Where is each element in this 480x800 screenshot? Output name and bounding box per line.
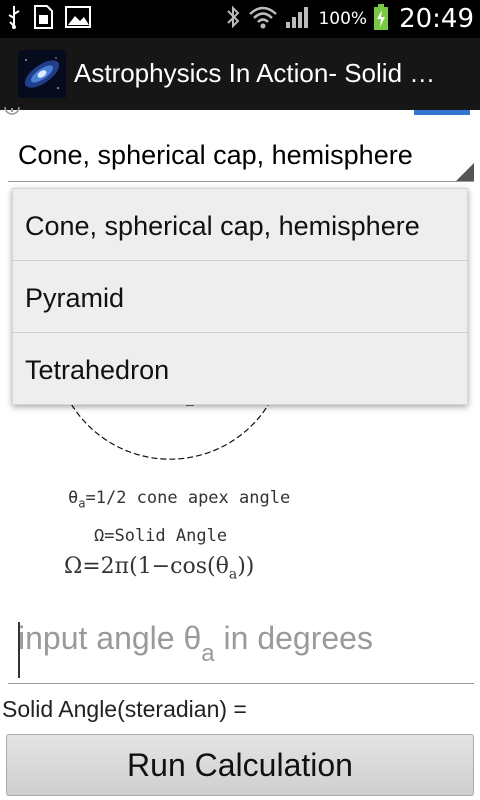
solid-angle-formula: Ω=2π(1−cos(θa)) bbox=[64, 554, 254, 582]
info-icon bbox=[4, 106, 24, 122]
shape-dropdown-menu: Cone, spherical cap, hemisphere Pyramid … bbox=[12, 188, 468, 405]
app-icon[interactable] bbox=[18, 50, 66, 98]
solid-angle-definition: Ω=Solid Angle bbox=[94, 526, 228, 546]
status-bar: 100% 20:49 bbox=[0, 0, 480, 38]
spinner-selected-value: Cone, spherical cap, hemisphere bbox=[18, 140, 413, 170]
battery-charging-icon bbox=[373, 3, 389, 36]
signal-icon bbox=[284, 4, 312, 35]
apex-angle-text: =1/2 cone apex angle bbox=[85, 488, 291, 508]
placeholder-tail: in degrees bbox=[214, 620, 373, 656]
dropdown-option-tetrahedron[interactable]: Tetrahedron bbox=[13, 333, 467, 404]
image-icon bbox=[64, 5, 92, 34]
action-bar: Astrophysics In Action- Solid … bbox=[0, 38, 480, 110]
usb-icon bbox=[6, 4, 22, 35]
clock: 20:49 bbox=[399, 4, 474, 34]
theta-symbol: θ bbox=[68, 488, 79, 508]
dropdown-option-cone[interactable]: Cone, spherical cap, hemisphere bbox=[13, 189, 467, 261]
sim-card-icon bbox=[32, 4, 54, 35]
notification-icons bbox=[6, 4, 92, 35]
shape-spinner[interactable]: Cone, spherical cap, hemisphere bbox=[8, 130, 474, 182]
battery-percent: 100% bbox=[318, 9, 368, 29]
accent-indicator bbox=[414, 110, 470, 115]
spinner-arrow-icon bbox=[456, 163, 474, 181]
app-title: Astrophysics In Action- Solid … bbox=[74, 58, 436, 88]
angle-input[interactable]: input angle θa in degrees bbox=[8, 610, 474, 684]
formula-tail: )) bbox=[237, 554, 255, 579]
placeholder-subscript: a bbox=[201, 640, 215, 667]
placeholder-main: input angle θ bbox=[18, 620, 202, 656]
wifi-icon bbox=[248, 4, 278, 35]
formula-subscript: a bbox=[228, 566, 238, 583]
dropdown-option-pyramid[interactable]: Pyramid bbox=[13, 261, 467, 333]
run-calculation-button[interactable]: Run Calculation bbox=[6, 734, 474, 796]
formula-main: Ω=2π(1−cos(θ bbox=[64, 554, 229, 579]
solid-angle-result-label: Solid Angle(steradian) = bbox=[2, 696, 247, 722]
angle-input-placeholder: input angle θa in degrees bbox=[18, 620, 373, 668]
apex-angle-definition: θa=1/2 cone apex angle bbox=[68, 488, 290, 510]
system-icons: 100% 20:49 bbox=[224, 0, 474, 38]
bluetooth-icon bbox=[224, 4, 242, 35]
